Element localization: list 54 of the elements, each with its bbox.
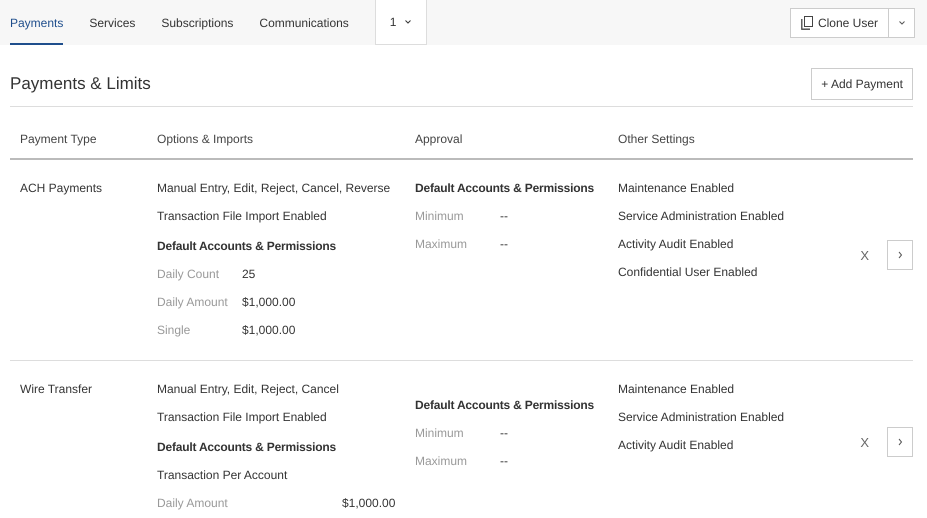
column-header: Approval: [415, 132, 462, 146]
approval-value: --: [500, 453, 509, 470]
limits-subheading: Transaction Per Account: [157, 467, 288, 484]
approval-label: Minimum: [415, 208, 465, 225]
remove-button[interactable]: X: [860, 434, 869, 450]
approval-value: --: [500, 236, 509, 253]
setting-text: Maintenance Enabled: [618, 180, 736, 197]
option-text: Transaction File Import Enabled: [157, 208, 328, 225]
approval-value: --: [500, 208, 509, 225]
chevron-down-icon: [404, 18, 412, 26]
setting-text: Service Administration Enabled: [618, 208, 786, 225]
tab[interactable]: Services: [89, 0, 136, 45]
approval-label: Maximum: [415, 236, 468, 253]
payment-type: ACH Payments: [20, 180, 104, 197]
chevron-right-icon: [896, 438, 904, 446]
caret-icon: [898, 19, 906, 27]
limit-value: 25: [242, 266, 256, 283]
tab[interactable]: Subscriptions: [161, 0, 234, 45]
setting-text: Maintenance Enabled: [618, 381, 736, 398]
limit-label: Daily Amount: [157, 294, 229, 311]
column-header: Other Settings: [618, 132, 695, 146]
limit-value: $1,000.00: [342, 495, 396, 512]
limits-heading: Default Accounts & Permissions: [157, 439, 337, 456]
section-title: Payments & Limits: [10, 74, 151, 94]
option-text: Manual Entry, Edit, Reject, Cancel, Reverse: [157, 180, 392, 197]
tab[interactable]: Payments: [10, 0, 64, 45]
setting-text: Activity Audit Enabled: [618, 236, 734, 253]
limit-value: $1,000.00: [242, 322, 296, 339]
open-details-button[interactable]: [887, 427, 913, 457]
approval-value: --: [500, 425, 509, 442]
limit-label: Daily Count: [157, 266, 220, 283]
setting-text: Activity Audit Enabled: [618, 437, 734, 454]
tab[interactable]: Communications: [259, 0, 349, 45]
setting-text: Confidential User Enabled: [618, 264, 758, 281]
option-text: Manual Entry, Edit, Reject, Cancel: [157, 381, 340, 398]
option-text: Transaction File Import Enabled: [157, 409, 328, 426]
limit-value: $1,000.00: [242, 294, 296, 311]
more-dropdown[interactable]: 1: [374, 0, 428, 45]
approval-heading: Default Accounts & Permissions: [415, 180, 595, 197]
approval-label: Minimum: [415, 425, 465, 442]
add-payment-button[interactable]: + Add Payment: [811, 68, 913, 100]
open-details-button[interactable]: [887, 240, 913, 270]
payment-type: Wire Transfer: [20, 381, 94, 398]
column-header: Options & Imports: [157, 132, 254, 146]
chevron-right-icon: [896, 251, 904, 259]
limit-label: Single: [157, 322, 192, 339]
limits-heading: Default Accounts & Permissions: [157, 238, 337, 255]
limit-label: Daily Amount: [157, 495, 229, 512]
remove-button[interactable]: X: [860, 248, 869, 262]
setting-text: Service Administration Enabled: [618, 409, 786, 426]
column-header: Payment Type: [20, 132, 96, 146]
approval-label: Maximum: [415, 453, 468, 470]
copy-icon: [800, 16, 813, 30]
approval-heading: Default Accounts & Permissions: [415, 397, 595, 414]
